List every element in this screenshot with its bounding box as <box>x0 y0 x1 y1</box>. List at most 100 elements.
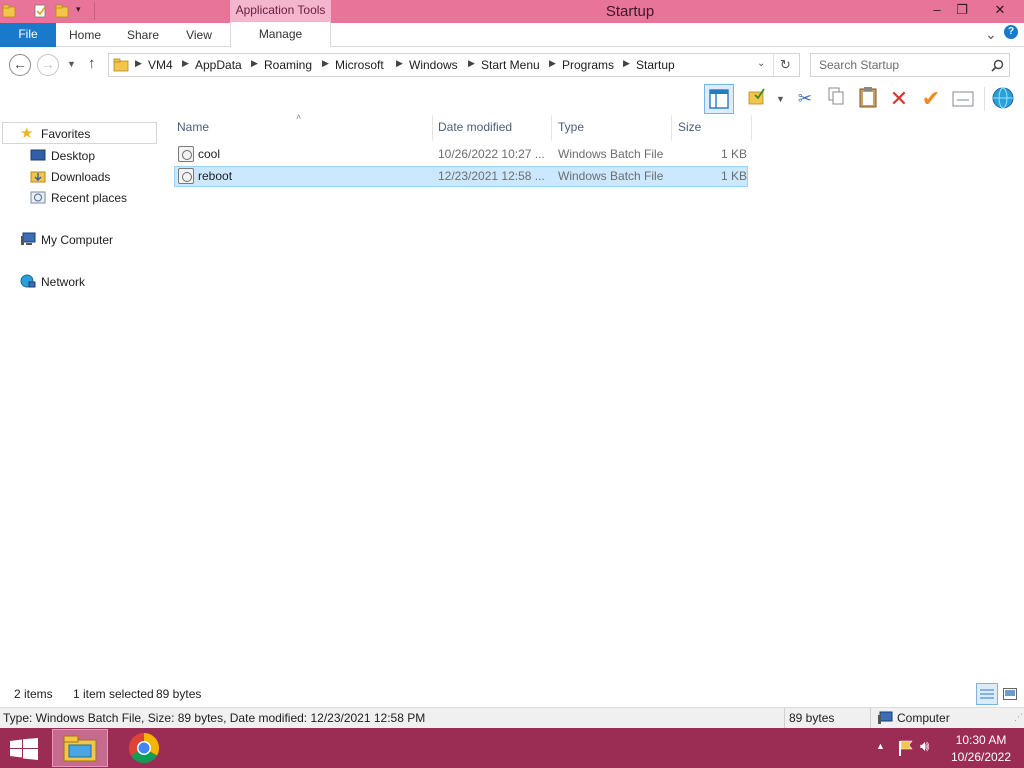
customize-qat-dropdown-icon[interactable]: ▾ <box>76 4 81 15</box>
restore-button[interactable]: ❐ <box>947 0 977 22</box>
file-size: 1 KB <box>721 169 748 183</box>
breadcrumb-separator[interactable]: ▶ <box>182 58 189 69</box>
nav-item-desktop[interactable]: Desktop <box>0 145 158 166</box>
windows-start-icon[interactable] <box>10 738 38 760</box>
file-type: Windows Batch File <box>558 169 664 183</box>
computer-icon <box>878 711 893 724</box>
file-date-modified: 12/23/2021 12:58 ... <box>438 169 545 183</box>
rename-button[interactable]: ✔ <box>918 86 944 112</box>
selected-size: 89 bytes <box>789 711 835 725</box>
email-button[interactable] <box>950 86 976 112</box>
back-button[interactable]: ← <box>9 54 31 76</box>
search-box[interactable]: Search Startup <box>810 53 1010 77</box>
sort-ascending-icon: ˄ <box>296 112 302 122</box>
address-history-dropdown-icon[interactable]: ⌄ <box>757 58 765 69</box>
nav-network-label: Network <box>41 275 86 289</box>
clock-date[interactable]: 10/26/2022 <box>941 750 1021 764</box>
network-globe-button[interactable] <box>990 86 1016 112</box>
details-divider <box>784 708 785 728</box>
resize-grip-icon[interactable]: ⋰ <box>1014 712 1023 723</box>
select-folder-button[interactable] <box>744 86 770 112</box>
ribbon-expand-icon[interactable]: ⌄ <box>985 26 997 43</box>
details-bar: Type: Windows Batch File, Size: 89 bytes… <box>0 707 1024 728</box>
column-header-name[interactable]: Name <box>177 120 209 134</box>
action-center-flag-icon[interactable] <box>897 739 915 757</box>
details-view-button[interactable] <box>976 683 998 705</box>
help-icon[interactable]: ? <box>1004 25 1018 39</box>
column-divider[interactable] <box>751 115 752 141</box>
table-row[interactable]: reboot 12/23/2021 12:58 ... Windows Batc… <box>174 166 748 187</box>
recent-locations-dropdown-icon[interactable]: ▼ <box>67 59 76 69</box>
breadcrumb-start-menu[interactable]: Start Menu <box>481 58 540 72</box>
breadcrumb-separator[interactable]: ▶ <box>396 58 403 69</box>
breadcrumb-separator[interactable]: ▶ <box>322 58 329 69</box>
location-zone: Computer <box>897 711 950 725</box>
tab-file[interactable]: File <box>0 23 56 47</box>
delete-button[interactable]: ✕ <box>886 86 912 112</box>
breadcrumb-windows[interactable]: Windows <box>409 58 458 72</box>
selection-size: 89 bytes <box>156 687 202 701</box>
volume-icon[interactable]: 🔊︎ <box>920 738 929 755</box>
breadcrumb-separator[interactable]: ▶ <box>549 58 556 69</box>
cut-button[interactable]: ✂ <box>792 86 818 112</box>
nav-favorites-label: Favorites <box>41 127 91 141</box>
folder-icon[interactable] <box>2 4 16 18</box>
file-type: Windows Batch File <box>558 147 664 161</box>
breadcrumb-roaming[interactable]: Roaming <box>264 58 312 72</box>
new-folder-icon[interactable] <box>55 4 69 18</box>
search-icon[interactable] <box>991 59 1004 72</box>
breadcrumb-vm4[interactable]: VM4 <box>148 58 173 72</box>
selection-count: 1 item selected <box>73 687 154 701</box>
breadcrumb-programs[interactable]: Programs <box>562 58 614 72</box>
breadcrumb-separator[interactable]: ▶ <box>468 58 475 69</box>
tab-home[interactable]: Home <box>60 23 110 47</box>
nav-item-recent-places[interactable]: Recent places <box>0 187 158 208</box>
column-divider[interactable] <box>432 115 433 141</box>
more-options-dropdown-icon[interactable]: ▼ <box>776 94 785 104</box>
nav-downloads-label: Downloads <box>51 170 111 184</box>
tab-view[interactable]: View <box>174 23 224 47</box>
command-toolbar: ▼ ✂ ✕ ✔ <box>0 83 1024 115</box>
breadcrumb-separator[interactable]: ▶ <box>135 58 142 69</box>
nav-item-network[interactable]: Network <box>0 271 158 292</box>
show-hidden-icons-icon[interactable]: ▲ <box>876 741 885 751</box>
file-date-modified: 10/26/2022 10:27 ... <box>438 147 545 161</box>
column-header-type[interactable]: Type <box>558 120 584 134</box>
search-input[interactable]: Search Startup <box>819 58 899 72</box>
breadcrumb-appdata[interactable]: AppData <box>195 58 242 72</box>
breadcrumb-microsoft[interactable]: Microsoft <box>335 58 384 72</box>
tab-manage[interactable]: Manage <box>230 22 331 47</box>
clipboard-icon <box>859 87 877 108</box>
chrome-icon[interactable] <box>128 732 160 764</box>
close-button[interactable]: ✕ <box>985 0 1015 22</box>
nav-item-favorites[interactable]: ★ Favorites <box>2 122 157 144</box>
nav-item-my-computer[interactable]: My Computer <box>0 229 158 250</box>
refresh-icon[interactable]: ↻ <box>780 57 791 73</box>
batch-file-icon <box>178 168 194 184</box>
preview-pane-button[interactable] <box>704 84 734 114</box>
column-header-size[interactable]: Size <box>678 120 701 134</box>
selected-file-details: Type: Windows Batch File, Size: 89 bytes… <box>3 711 426 725</box>
paste-button[interactable] <box>855 86 881 112</box>
column-divider[interactable] <box>551 115 552 141</box>
breadcrumb-separator[interactable]: ▶ <box>251 58 258 69</box>
file-explorer-taskbar-button[interactable] <box>52 729 108 767</box>
delete-x-icon: ✕ <box>889 86 909 111</box>
column-divider[interactable] <box>671 115 672 141</box>
column-header-date-modified[interactable]: Date modified <box>438 120 512 134</box>
folder-check-icon <box>748 88 765 105</box>
breadcrumb-separator[interactable]: ▶ <box>623 58 630 69</box>
tab-share[interactable]: Share <box>118 23 168 47</box>
status-bar: 2 items 1 item selected 89 bytes <box>0 681 1024 707</box>
copy-button[interactable] <box>823 86 849 112</box>
properties-icon[interactable] <box>33 4 47 18</box>
large-icons-view-button[interactable] <box>1001 684 1019 704</box>
address-bar[interactable]: ▶ VM4 ▶ AppData ▶ Roaming ▶ Microsoft ▶ … <box>108 53 800 77</box>
clock-time[interactable]: 10:30 AM <box>941 733 1021 747</box>
checkmark-icon: ✔ <box>921 86 941 111</box>
nav-item-downloads[interactable]: Downloads <box>0 166 158 187</box>
table-row[interactable]: cool 10/26/2022 10:27 ... Windows Batch … <box>174 144 748 165</box>
up-one-level-button[interactable]: ↑ <box>88 55 96 72</box>
forward-button[interactable]: → <box>37 54 59 76</box>
breadcrumb-startup[interactable]: Startup <box>636 58 675 72</box>
